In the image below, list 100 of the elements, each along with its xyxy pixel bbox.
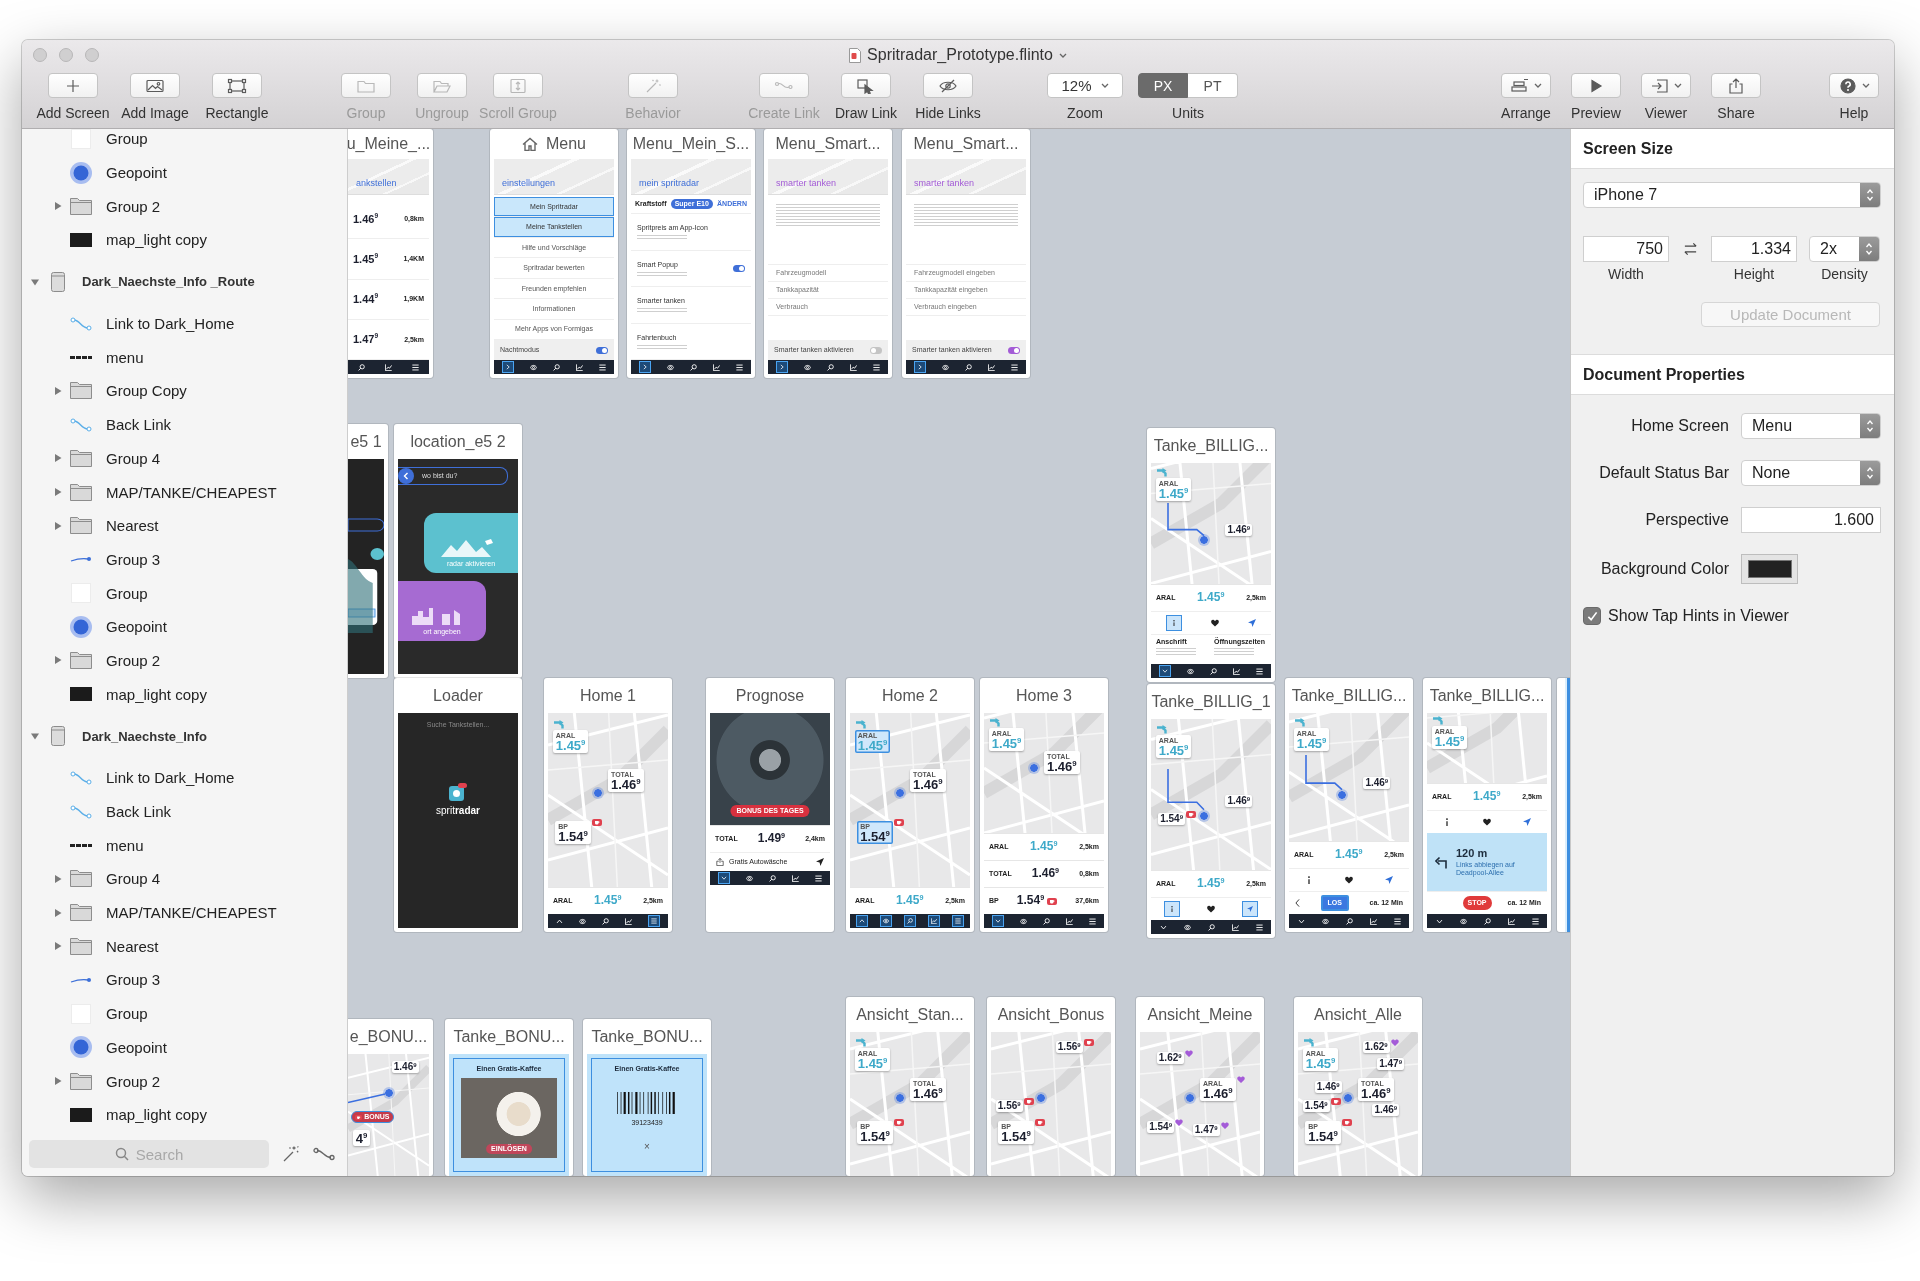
location-dot-icon (382, 1087, 395, 1100)
disclosure-triangle-icon[interactable] (31, 277, 39, 286)
price-label: 1.45$^{9}$ (555, 738, 586, 752)
height-field[interactable]: 1.334 (1711, 236, 1797, 262)
bent-arrow-icon (854, 1037, 869, 1047)
folder-icon (70, 483, 92, 501)
layer-item[interactable]: Group 4 (22, 441, 347, 476)
disclosure-triangle-icon[interactable] (54, 386, 62, 395)
line-icon (70, 355, 92, 359)
price-label: 1.46$^{9}$ (611, 777, 641, 791)
share-icon (1726, 77, 1746, 94)
layer-item[interactable]: map_light copy (22, 223, 347, 257)
layer-item[interactable]: Link to Dark_Home (22, 306, 347, 341)
status-bar-dropdown[interactable]: None (1741, 460, 1881, 486)
layer-item[interactable]: Geopoint (22, 609, 347, 644)
price-label: 1.46$^{9}$ (353, 212, 379, 225)
layer-item[interactable]: menu (22, 340, 347, 375)
color-well[interactable] (1741, 554, 1798, 584)
toolbar-label: Add Image (121, 105, 189, 121)
layer-item[interactable]: Geopoint (22, 155, 347, 190)
width-field[interactable]: 750 (1583, 236, 1669, 262)
toolbar-button[interactable] (841, 73, 891, 98)
toggle-switch[interactable] (1008, 346, 1020, 354)
layer-item[interactable]: Group 2 (22, 189, 347, 224)
toolbar-label: Ungroup (415, 105, 469, 121)
layer-item[interactable]: Link to Dark_Home (22, 761, 347, 795)
disclosure-triangle-icon[interactable] (31, 732, 39, 740)
screen-title: Tanke_BONU... (453, 1027, 565, 1046)
zoom-dropdown[interactable]: 12% (1047, 73, 1123, 98)
disclosure-triangle-icon[interactable] (54, 488, 62, 497)
wand-icon[interactable] (282, 1145, 300, 1163)
disclosure-triangle-icon[interactable] (54, 202, 62, 211)
screen-title: Ansicht_Alle (1313, 1005, 1402, 1024)
scroll-box-icon (508, 77, 528, 94)
layer-item[interactable]: Group (22, 129, 347, 156)
folder-icon (70, 197, 92, 215)
density-dropdown[interactable]: 2x (1809, 236, 1880, 262)
disclosure-triangle-icon[interactable] (54, 521, 62, 530)
disclosure-triangle-icon[interactable] (54, 656, 62, 665)
units-segment[interactable]: PT (1188, 73, 1238, 98)
disclosure-triangle-icon[interactable] (54, 454, 62, 463)
price-label: 1.46$^{9}$ (1047, 760, 1077, 774)
layer-item[interactable]: Group 2 (22, 1064, 347, 1098)
layer-item[interactable]: Back Link (22, 407, 347, 442)
layer-item[interactable]: Back Link (22, 794, 347, 829)
toolbar-button[interactable] (212, 73, 262, 98)
layer-item[interactable]: Group 3 (22, 542, 347, 577)
stepper-arrows-icon (1865, 242, 1873, 256)
layer-item[interactable]: Group 3 (22, 963, 347, 997)
layer-item[interactable]: map_light copy (22, 677, 347, 711)
layer-item[interactable]: Group 2 (22, 643, 347, 678)
layer-item[interactable]: Group 4 (22, 862, 347, 896)
layer-item[interactable]: MAP/TANKE/CHEAPEST (22, 475, 347, 509)
disclosure-triangle-icon[interactable] (54, 874, 62, 883)
toolbar-label: Arrange (1501, 105, 1551, 121)
path-icon (70, 555, 92, 564)
layer-item[interactable]: Group Copy (22, 374, 347, 408)
toggle-switch[interactable] (596, 346, 608, 354)
toggle-switch[interactable] (870, 346, 882, 354)
location-dot-icon (70, 161, 92, 184)
toolbar-button[interactable] (923, 73, 973, 98)
layer-item[interactable]: Nearest (22, 929, 347, 964)
layer-item[interactable]: Geopoint (22, 1030, 347, 1065)
line-icon (70, 843, 92, 847)
toolbar-button[interactable] (1641, 73, 1691, 98)
layers-icon (1510, 77, 1530, 94)
toolbar-label: Zoom (1067, 105, 1103, 121)
coffee-icon (355, 1114, 363, 1120)
price-label: 1.46$^{9}$ (913, 1087, 943, 1101)
toolbar-button[interactable] (1711, 73, 1761, 98)
disclosure-triangle-icon[interactable] (54, 942, 62, 951)
price-label: 1.45$^{9}$ (1473, 790, 1501, 804)
price-label: 1.54$^{9}$ (860, 829, 890, 843)
layer-item[interactable]: Group (22, 996, 347, 1031)
screen-title: Ansicht_Bonus (997, 1005, 1105, 1024)
disclosure-triangle-icon[interactable] (54, 1077, 62, 1086)
units-segment[interactable]: PX (1138, 73, 1188, 98)
layer-item[interactable]: MAP/TANKE/CHEAPEST (22, 895, 347, 930)
perspective-field[interactable]: 1.600 (1741, 507, 1881, 533)
link-curve-icon[interactable] (313, 1147, 335, 1161)
layer-item[interactable]: map_light copy (22, 1097, 347, 1132)
disclosure-triangle-icon[interactable] (54, 908, 62, 917)
layer-item[interactable]: menu (22, 828, 347, 863)
close-glyph[interactable]: × (644, 1141, 650, 1153)
swap-icon[interactable] (1683, 242, 1698, 256)
toolbar-button[interactable] (1571, 73, 1621, 98)
layer-item[interactable]: Dark_Naechste_Info _Route (22, 256, 347, 307)
home-screen-dropdown[interactable]: Menu (1741, 413, 1881, 439)
layer-item[interactable]: Nearest (22, 508, 347, 543)
toggle-switch[interactable] (733, 264, 745, 272)
layer-item[interactable]: Group (22, 576, 347, 610)
checkbox[interactable] (1583, 607, 1601, 625)
toolbar-button[interactable] (1829, 73, 1879, 98)
price-label: 1.45$^{9}$ (594, 894, 622, 908)
price-label: 1.45$^{9}$ (991, 736, 1022, 750)
device-dropdown[interactable]: iPhone 7 (1583, 182, 1881, 208)
toolbar-button[interactable] (130, 73, 180, 98)
toolbar-button[interactable] (1501, 73, 1551, 98)
layer-item[interactable]: Dark_Naechste_Info (22, 711, 347, 761)
price-label: 1.45$^{9}$ (1158, 744, 1189, 758)
